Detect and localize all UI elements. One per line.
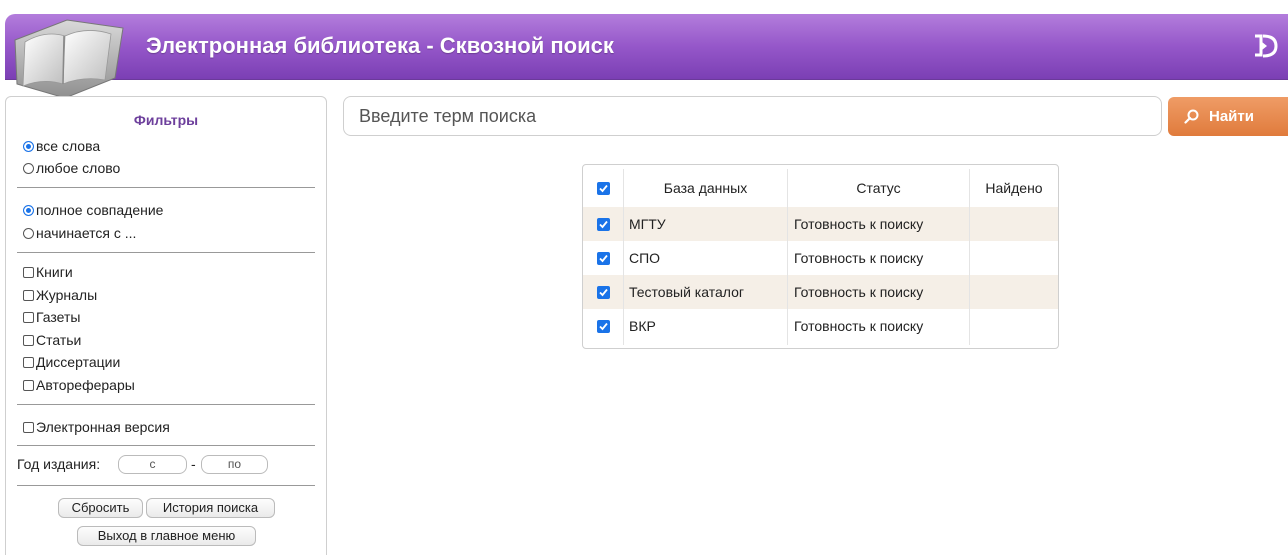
row-checkbox[interactable] [597, 241, 610, 275]
table-row[interactable]: СПО Готовность к поиску [583, 241, 1058, 275]
checkbox-journals[interactable]: Журналы [23, 287, 97, 303]
checkbox-checked-icon[interactable] [597, 181, 610, 195]
search-button-label: Найти [1209, 108, 1254, 125]
checkbox-checked-icon[interactable] [597, 319, 610, 333]
column-separator [969, 169, 970, 345]
divider [17, 445, 315, 446]
checkbox-icon[interactable] [23, 289, 34, 301]
checkbox-electronic-version[interactable]: Электронная версия [23, 419, 170, 435]
radio-selected-icon[interactable] [23, 204, 34, 216]
divider [17, 485, 315, 486]
database-name: МГТУ [629, 216, 666, 232]
search-history-button[interactable]: История поиска [146, 498, 275, 518]
filters-title: Фильтры [133, 112, 199, 128]
column-header-database: База данных [663, 180, 748, 196]
radio-label: любое слово [36, 160, 121, 176]
radio-label: начинается с ... [36, 225, 137, 241]
year-from-input[interactable]: с [118, 455, 187, 474]
divider [17, 187, 315, 188]
table-row[interactable]: ВКР Готовность к поиску [583, 309, 1058, 343]
checkbox-checked-icon[interactable] [597, 285, 610, 299]
table-header-row: База данных Статус Найдено [583, 169, 1058, 207]
databases-table: База данных Статус Найдено МГТУ Готовнос… [582, 164, 1059, 349]
checkbox-books[interactable]: Книги [23, 264, 73, 280]
checkbox-label: Книги [36, 264, 73, 280]
row-checkbox[interactable] [597, 275, 610, 309]
column-header-found: Найдено [985, 180, 1043, 196]
database-status: Готовность к поиску [794, 216, 924, 232]
database-status: Готовность к поиску [794, 250, 924, 266]
open-book-icon [14, 19, 124, 99]
radio-icon[interactable] [23, 162, 34, 174]
radio-selected-icon[interactable] [23, 140, 34, 152]
checkbox-icon[interactable] [23, 421, 34, 433]
filters-panel: Фильтры все слова любое слово полное сов… [5, 96, 327, 555]
column-separator [623, 169, 624, 345]
radio-any-word[interactable]: любое слово [23, 160, 120, 176]
database-name: ВКР [629, 318, 656, 334]
checkbox-icon[interactable] [23, 311, 34, 323]
year-to-input[interactable]: по [201, 455, 268, 474]
checkbox-newspapers[interactable]: Газеты [23, 309, 80, 325]
database-status: Готовность к поиску [794, 284, 924, 300]
radio-label: полное совпадение [36, 202, 164, 218]
row-checkbox[interactable] [597, 207, 610, 241]
checkbox-icon[interactable] [23, 334, 34, 346]
checkbox-checked-icon[interactable] [597, 251, 610, 265]
column-separator [787, 169, 788, 345]
row-checkbox[interactable] [597, 309, 610, 343]
checkbox-abstracts[interactable]: Автореферары [23, 377, 135, 393]
database-name: Тестовый каталог [629, 284, 744, 300]
checkbox-label: Автореферары [36, 377, 135, 393]
exit-icon[interactable] [1252, 33, 1278, 59]
exit-main-menu-button[interactable]: Выход в главное меню [77, 526, 256, 546]
checkbox-label: Статьи [36, 332, 82, 348]
search-icon [1184, 109, 1199, 124]
divider [17, 404, 315, 405]
search-input[interactable]: Введите терм поиска [343, 96, 1162, 136]
checkbox-checked-icon[interactable] [597, 217, 610, 231]
radio-icon[interactable] [23, 227, 34, 239]
checkbox-icon[interactable] [23, 356, 34, 368]
select-all-cell[interactable] [597, 169, 617, 207]
checkbox-label: Газеты [36, 309, 81, 325]
search-button[interactable]: Найти [1168, 97, 1288, 136]
checkbox-label: Журналы [36, 287, 98, 303]
radio-starts-with[interactable]: начинается с ... [23, 225, 136, 241]
app-header: Электронная библиотека - Сквозной поиск [5, 14, 1288, 80]
checkbox-label: Электронная версия [36, 419, 170, 435]
radio-all-words[interactable]: все слова [23, 138, 100, 154]
database-status: Готовность к поиску [794, 318, 924, 334]
checkbox-dissertations[interactable]: Диссертации [23, 354, 120, 370]
radio-label: все слова [36, 138, 101, 154]
divider [17, 252, 315, 253]
column-header-status: Статус [856, 180, 901, 196]
checkbox-icon[interactable] [23, 379, 34, 391]
reset-button[interactable]: Сбросить [58, 498, 143, 518]
year-separator: - [191, 456, 196, 472]
table-row[interactable]: Тестовый каталог Готовность к поиску [583, 275, 1058, 309]
checkbox-label: Диссертации [36, 354, 121, 370]
radio-exact-match[interactable]: полное совпадение [23, 202, 163, 218]
database-name: СПО [629, 250, 661, 266]
checkbox-articles[interactable]: Статьи [23, 332, 81, 348]
checkbox-icon[interactable] [23, 266, 34, 278]
table-row[interactable]: МГТУ Готовность к поиску [583, 207, 1058, 241]
year-label: Год издания: [17, 456, 101, 472]
page-title: Электронная библиотека - Сквозной поиск [146, 33, 614, 58]
